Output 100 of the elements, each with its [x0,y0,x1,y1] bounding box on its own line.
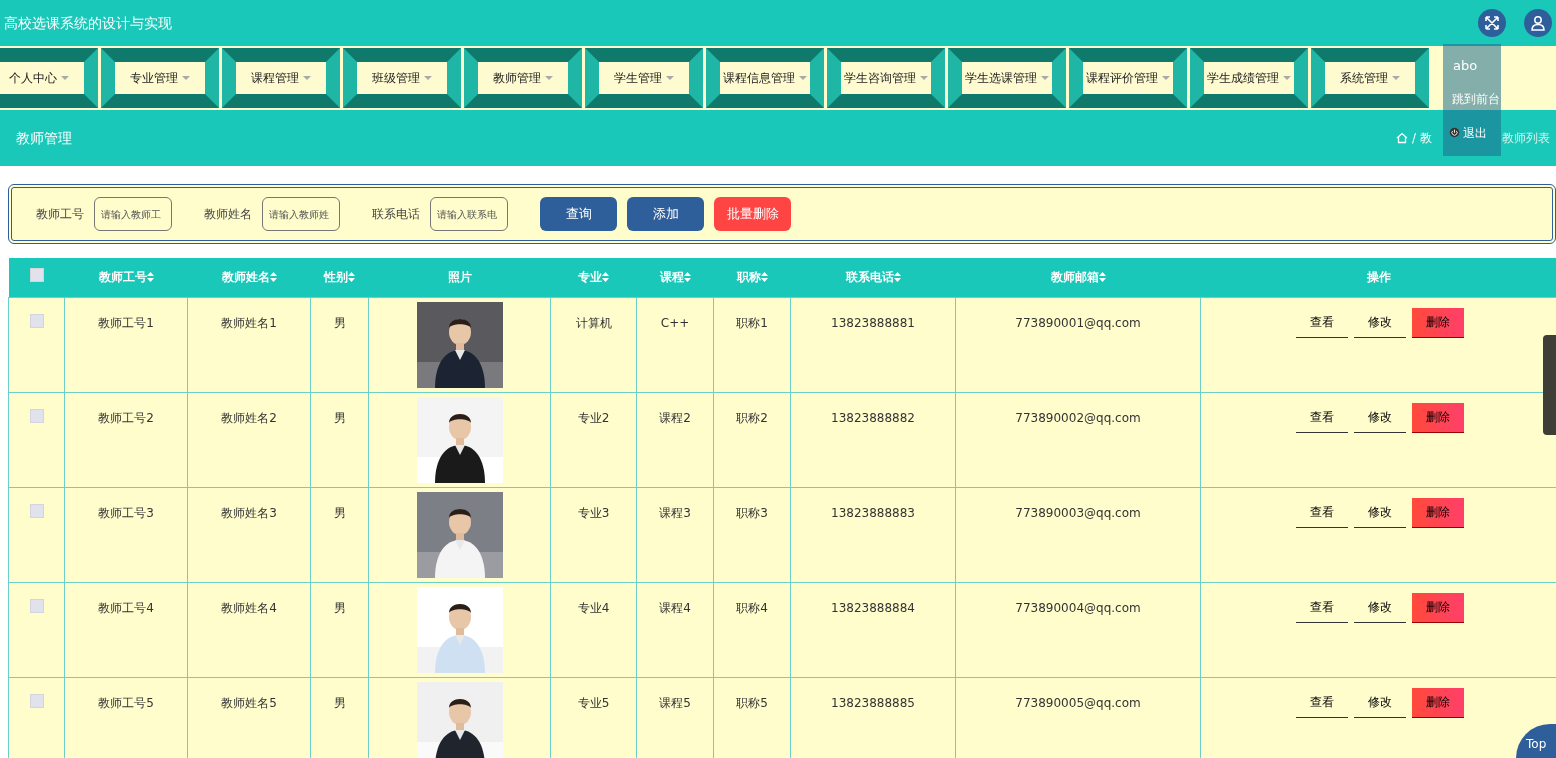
table-cell: 男 [333,600,346,615]
nav-menu-item[interactable]: 课程管理 [236,62,326,94]
breadcrumb-separator: / [1411,130,1416,147]
breadcrumb-current: 教师列表 [1502,130,1550,147]
action-button[interactable]: 修改 [1354,402,1406,433]
caret-icon [1162,76,1170,80]
table-cell: 课程5 [659,695,691,710]
power-icon [1449,127,1460,138]
row-checkbox[interactable] [29,313,44,328]
table-cell: 职称3 [736,505,768,520]
home-icon[interactable] [1395,132,1408,144]
row-checkbox[interactable] [29,598,44,613]
delete-button[interactable]: 删除 [1412,687,1464,718]
table-cell: 教师工号1 [98,315,154,330]
action-button[interactable]: 查询 [540,197,617,231]
action-button[interactable]: 修改 [1354,307,1406,338]
field-label: 教师工号 [36,206,84,223]
dropdown-item[interactable]: 退出 [1443,115,1501,150]
action-button[interactable]: 查看 [1296,592,1348,623]
table-cell: 教师工号2 [98,410,154,425]
delete-button[interactable]: 删除 [1412,592,1464,623]
table-cell: 职称4 [736,600,768,615]
table-cell: 教师姓名5 [221,695,277,710]
sort-icon[interactable] [893,272,901,283]
table-cell: 专业5 [577,695,610,710]
table-cell: 男 [333,505,346,520]
caret-icon [303,76,311,80]
table-cell: 13823888885 [831,695,915,710]
delete-button[interactable]: 删除 [1412,497,1464,528]
sort-icon[interactable] [602,272,609,283]
caret-icon [424,76,432,80]
table-cell: 13823888883 [831,505,915,520]
nav-menu-item[interactable]: 系统管理 [1325,62,1415,94]
nav-menu-item[interactable]: 个人中心 [0,62,84,94]
user-button[interactable] [1524,9,1552,37]
nav-menu-item[interactable]: 课程信息管理 [720,62,810,94]
caret-icon [1041,76,1049,80]
sort-icon[interactable] [269,272,277,283]
row-checkbox[interactable] [29,408,44,423]
table-cell: 课程4 [659,600,691,615]
action-button[interactable]: 查看 [1296,497,1348,528]
action-button[interactable]: 修改 [1354,592,1406,623]
action-button[interactable]: 修改 [1354,687,1406,718]
action-button[interactable]: 查看 [1296,687,1348,718]
action-button[interactable]: 添加 [627,197,704,231]
action-button[interactable]: 查看 [1296,402,1348,433]
select-all-checkbox[interactable] [29,267,44,282]
table-cell: 13823888884 [831,600,915,615]
delete-button[interactable]: 删除 [1412,307,1464,338]
nav-menu-item[interactable]: 专业管理 [115,62,205,94]
nav-menu-item[interactable]: 学生咨询管理 [841,62,931,94]
username: abo [1452,57,1479,75]
sort-icon[interactable] [683,272,691,283]
nav-menu-item[interactable]: 班级管理 [357,62,447,94]
table-cell: 专业4 [577,600,610,615]
table-cell: 职称2 [736,410,768,425]
delete-button[interactable]: 删除 [1412,402,1464,433]
table-cell: 773890002@qq.com [1015,410,1141,425]
user-icon [1530,15,1546,31]
caret-icon [799,76,807,80]
table-cell: C++ [660,315,690,330]
nav-menu-item[interactable]: 学生管理 [599,62,689,94]
table-cell: 课程3 [659,505,691,520]
table-cell: 教师姓名1 [221,315,277,330]
app-title: 高校选课系统的设计与实现 [4,13,172,33]
table-cell: 773890005@qq.com [1015,695,1141,710]
field-label: 教师姓名 [204,206,252,223]
table-cell: 教师姓名4 [221,600,277,615]
scrollbar-thumb[interactable] [1543,335,1556,435]
sort-icon[interactable] [1098,272,1106,283]
table-cell: 773890003@qq.com [1015,505,1141,520]
nav-menu-item[interactable]: 教师管理 [478,62,568,94]
row-checkbox[interactable] [29,503,44,518]
table-cell: 职称5 [736,695,768,710]
caret-icon [61,76,69,80]
table-cell: 13823888882 [831,410,915,425]
caret-icon [545,76,553,80]
caret-icon [920,76,928,80]
sort-icon[interactable] [146,272,154,283]
table-cell: 教师姓名2 [221,410,277,425]
caret-icon [1392,76,1400,80]
sort-icon[interactable] [760,272,768,283]
action-button[interactable]: 查看 [1296,307,1348,338]
table-cell: 教师工号3 [98,505,154,520]
field-label: 联系电话 [372,206,420,223]
table-cell: 13823888881 [831,315,915,330]
search-field[interactable]: 请输入教师工 [94,197,172,231]
table-cell: 773890004@qq.com [1015,600,1141,615]
action-button[interactable]: 修改 [1354,497,1406,528]
table-cell: 男 [333,315,346,330]
row-checkbox[interactable] [29,693,44,708]
nav-menu-item[interactable]: 学生选课管理 [962,62,1052,94]
caret-icon [1283,76,1291,80]
nav-menu-item[interactable]: 学生成绩管理 [1204,62,1294,94]
search-field[interactable]: 请输入联系电 [430,197,508,231]
nav-menu-item[interactable]: 课程评价管理 [1083,62,1173,94]
sort-icon[interactable] [348,272,355,283]
search-field[interactable]: 请输入教师姓 [262,197,340,231]
fullscreen-button[interactable] [1478,9,1506,37]
table-cell: 课程2 [659,410,691,425]
